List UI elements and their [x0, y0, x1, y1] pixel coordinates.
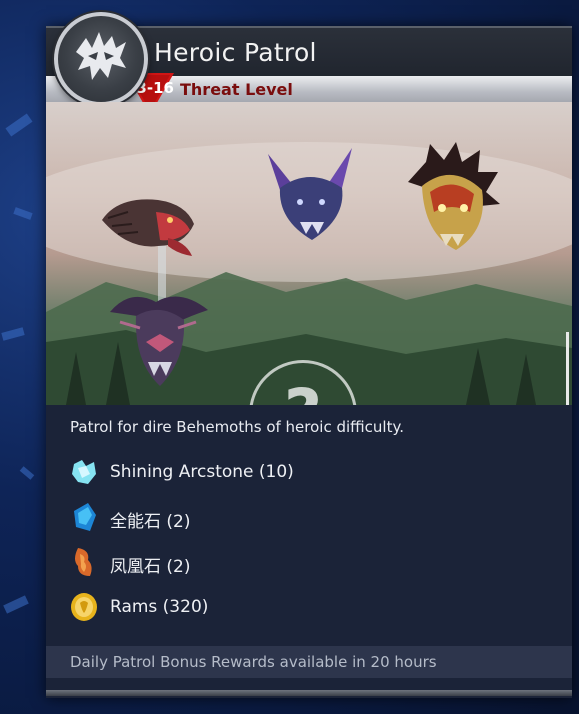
heroic-patrol-panel[interactable]: Heroic Patrol Threat Level 13-16 Patrol …	[46, 12, 572, 698]
background-shard	[19, 466, 35, 480]
ram-coin-icon	[71, 593, 97, 621]
reward-label: Shining Arcstone (10)	[110, 462, 294, 482]
panel-bottom-edge	[46, 690, 572, 696]
panel-title: Heroic Patrol	[154, 38, 317, 67]
stone-lizard-behemoth-icon[interactable]	[98, 190, 202, 262]
behemoth-scene: ?	[46, 102, 572, 405]
bat-behemoth-icon[interactable]	[262, 144, 358, 248]
patrol-footer: Daily Patrol Bonus Rewards available in …	[46, 646, 572, 678]
reward-label: 全能石 (2)	[110, 512, 191, 532]
reward-label: 凤凰石 (2)	[110, 557, 191, 577]
background-shard	[3, 595, 29, 614]
fire-behemoth-icon[interactable]	[400, 142, 504, 254]
patrol-emblem-icon	[54, 12, 148, 106]
phoenix-stone-icon	[75, 548, 92, 576]
scene-scrollbar[interactable]	[566, 332, 569, 405]
reward-label: Rams (320)	[110, 597, 209, 617]
background-shard	[13, 207, 33, 220]
threat-level-label: Threat Level	[180, 80, 293, 99]
bonus-rewards-timer: Daily Patrol Bonus Rewards available in …	[70, 653, 437, 671]
background-shard	[5, 113, 33, 137]
background-shard	[1, 327, 25, 341]
dark-beast-behemoth-icon[interactable]	[100, 282, 216, 392]
blue-gem-icon	[74, 503, 96, 531]
patrol-description: Patrol for dire Behemoths of heroic diff…	[70, 418, 404, 436]
arcstone-icon	[72, 460, 96, 484]
